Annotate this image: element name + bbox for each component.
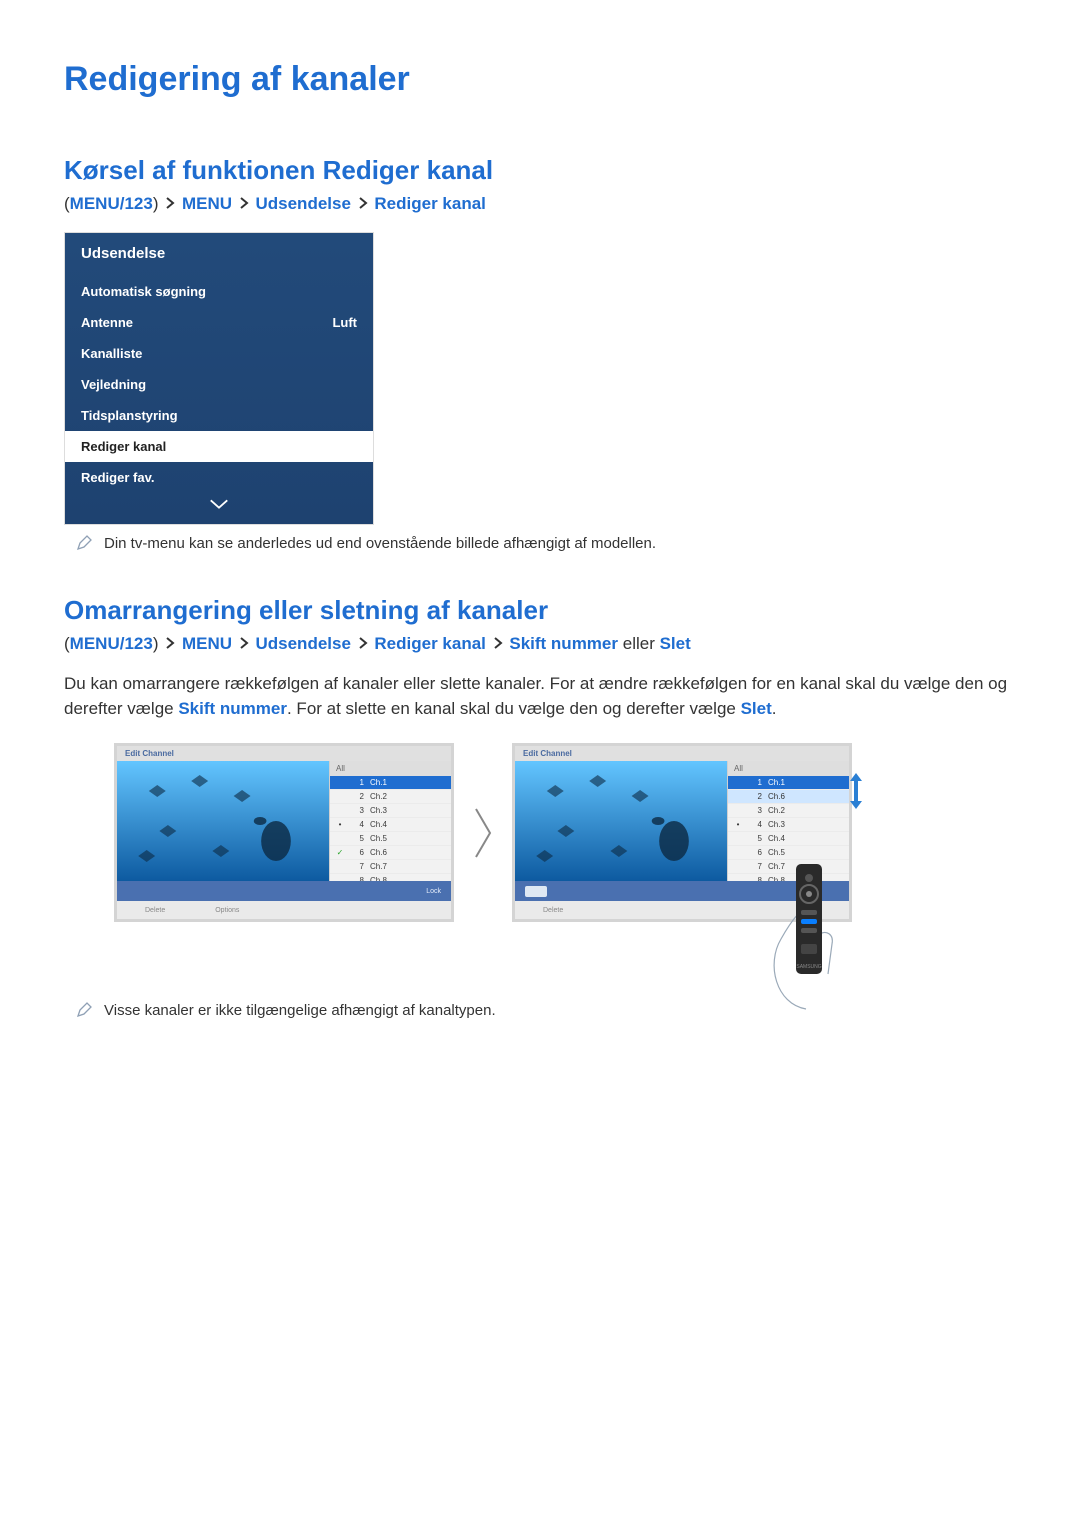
channel-row: •4Ch.3 [728, 818, 849, 832]
channel-row: 2Ch.6 [728, 790, 849, 804]
channel-row: 7Ch.7 [728, 860, 849, 874]
menu-item[interactable]: Automatisk søgning [65, 276, 373, 307]
menu-item[interactable]: Vejledning [65, 369, 373, 400]
preview-image [515, 761, 727, 881]
chevron-right-icon [358, 634, 368, 654]
chevron-right-icon [493, 634, 503, 654]
preview-image [117, 761, 329, 881]
breadcrumb-2: (MENU/123) MENU Udsendelse Rediger kanal… [64, 634, 1016, 654]
channel-row: 3Ch.3 [330, 804, 451, 818]
channel-row: 3Ch.2 [728, 804, 849, 818]
chevron-right-icon [165, 194, 175, 214]
page-title: Redigering af kanaler [64, 60, 1016, 99]
chevron-right-icon [239, 194, 249, 214]
channel-row: •4Ch.4 [330, 818, 451, 832]
channel-row: ✓6Ch.6 [330, 846, 451, 860]
screen-before: Edit Channel [114, 743, 454, 922]
section2-title: Omarrangering eller sletning af kanaler [64, 595, 1016, 626]
channel-row: 5Ch.4 [728, 832, 849, 846]
chevron-right-icon [239, 634, 249, 654]
menu-item[interactable]: Rediger fav. [65, 462, 373, 493]
breadcrumb-1: (MENU/123) MENU Udsendelse Rediger kanal [64, 194, 1016, 214]
svg-text:SAMSUNG: SAMSUNG [796, 964, 821, 970]
channel-list-right: All 1Ch.12Ch.63Ch.2•4Ch.35Ch.46Ch.57Ch.7… [727, 761, 849, 881]
menu-item[interactable]: Rediger kanal [65, 431, 373, 462]
pencil-icon [76, 535, 92, 555]
move-up-down-icon [848, 771, 864, 811]
pencil-icon [76, 1002, 92, 1022]
channel-row: 2Ch.2 [330, 790, 451, 804]
screen-after: Edit Channel [512, 743, 852, 922]
note-1: Din tv-menu kan se anderledes ud end ove… [76, 535, 1016, 555]
channel-row: 1Ch.1 [330, 776, 451, 790]
section1-title: Kørsel af funktionen Rediger kanal [64, 155, 1016, 186]
screen-title: Edit Channel [117, 746, 451, 761]
chevron-right-large-icon [472, 805, 494, 861]
channel-row: 7Ch.7 [330, 860, 451, 874]
channel-row: 6Ch.5 [728, 846, 849, 860]
chevron-down-icon [208, 497, 230, 511]
note-2: Visse kanaler er ikke tilgængelige afhæn… [76, 1002, 1016, 1022]
channel-row: 1Ch.1 [728, 776, 849, 790]
menu-item[interactable]: Tidsplanstyring [65, 400, 373, 431]
body-text: Du kan omarrangere rækkefølgen af kanale… [64, 672, 1016, 721]
menu-item[interactable]: Kanalliste [65, 338, 373, 369]
chevron-right-icon [165, 634, 175, 654]
screen-title: Edit Channel [515, 746, 849, 761]
bar-button [525, 886, 547, 897]
channel-row: 5Ch.5 [330, 832, 451, 846]
menu-item[interactable]: AntenneLuft [65, 307, 373, 338]
chevron-right-icon [358, 194, 368, 214]
screenshots-row: Edit Channel [114, 743, 1016, 922]
channel-list-left: All 1Ch.12Ch.23Ch.3•4Ch.45Ch.5✓6Ch.67Ch.… [329, 761, 451, 881]
tv-menu-panel: Udsendelse Automatisk søgningAntenneLuft… [64, 232, 374, 525]
more-indicator [65, 493, 373, 524]
menu-header: Udsendelse [65, 233, 373, 276]
